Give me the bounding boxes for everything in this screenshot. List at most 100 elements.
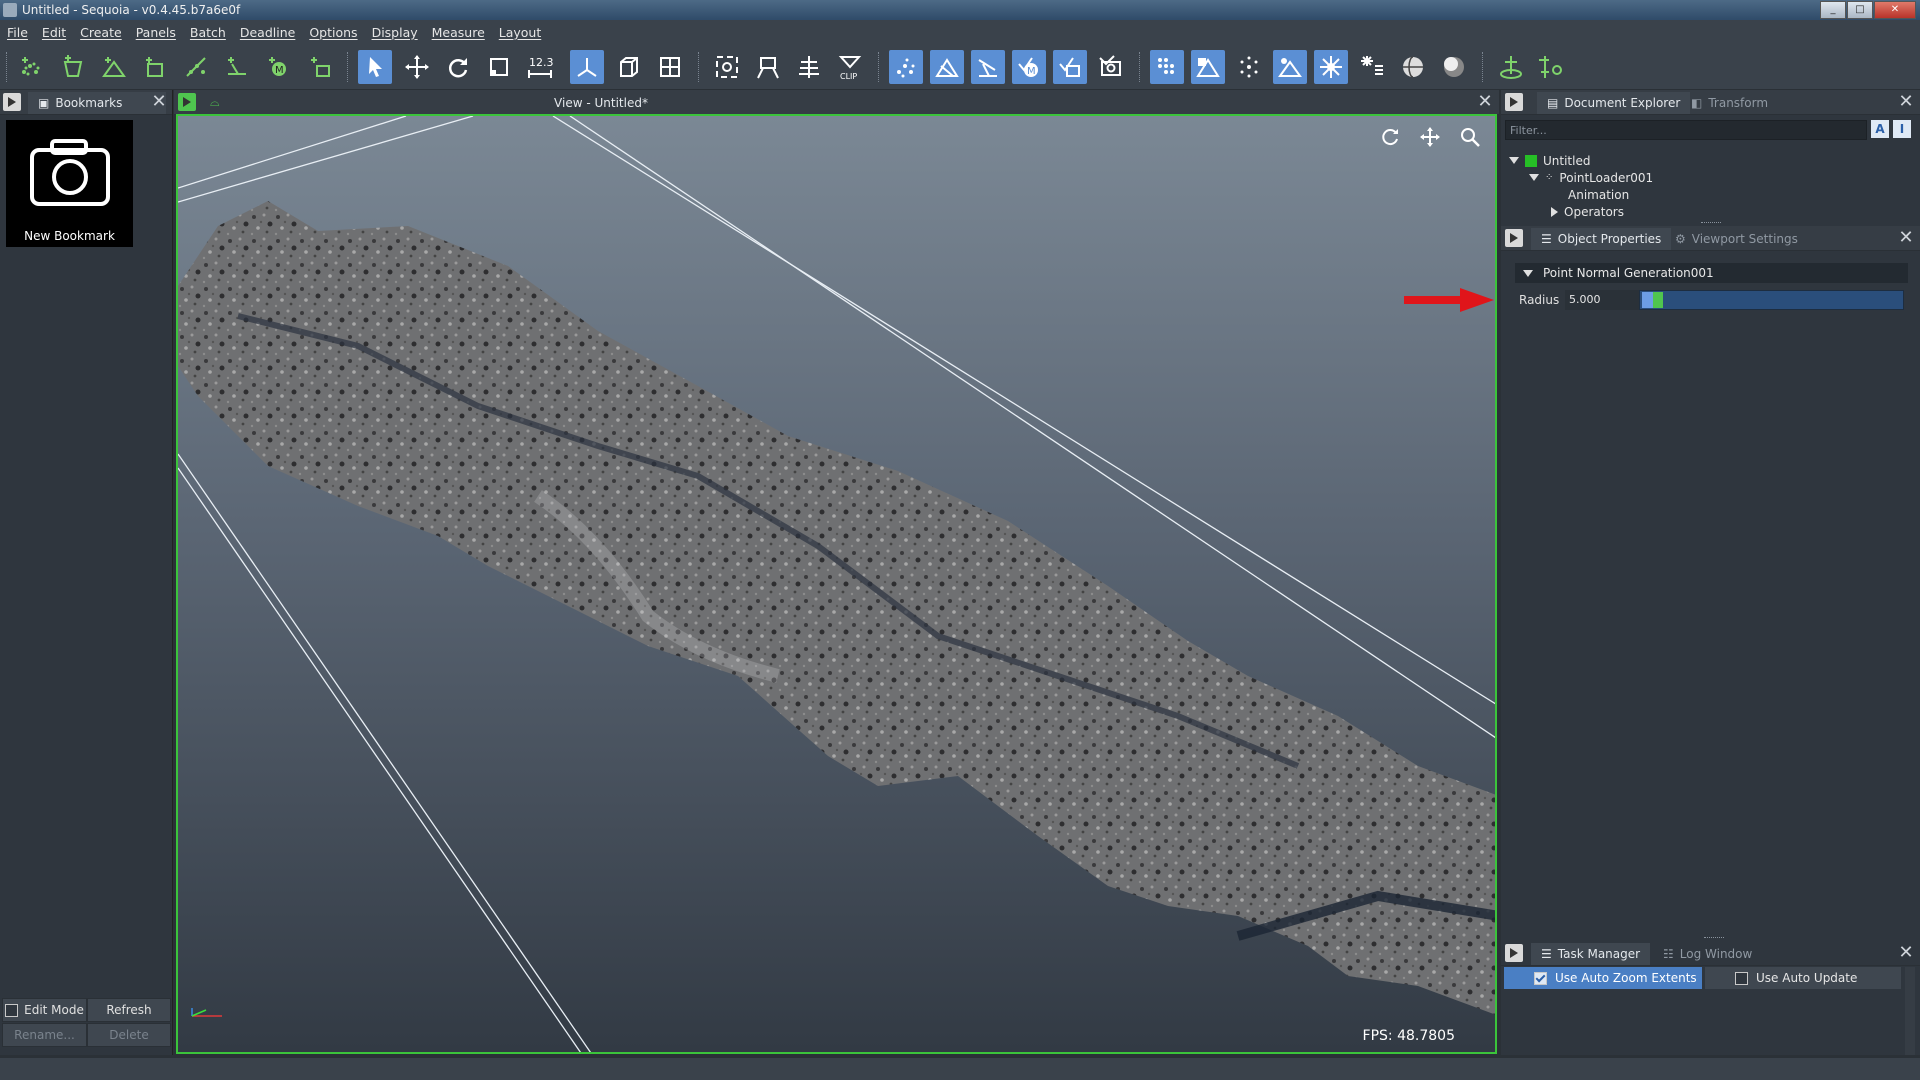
render-icon[interactable] xyxy=(751,50,785,84)
edit-mode-checkbox[interactable]: Edit Mode xyxy=(2,998,87,1022)
point-normal-generation-group[interactable]: Point Normal Generation001 xyxy=(1515,263,1908,283)
zoom-icon[interactable] xyxy=(1459,126,1481,148)
rename-button[interactable]: Rename... xyxy=(2,1023,87,1047)
tab-bookmarks[interactable]: ▣ Bookmarks xyxy=(28,92,166,114)
slider-value-marker[interactable] xyxy=(1653,292,1663,308)
menu-measure[interactable]: Measure xyxy=(425,25,492,40)
tab-object-properties[interactable]: ☰ Object Properties xyxy=(1531,228,1672,250)
panel-menu-icon[interactable] xyxy=(1505,944,1523,962)
menu-batch[interactable]: Batch xyxy=(183,25,233,40)
box-icon[interactable] xyxy=(612,50,646,84)
mesh-icon[interactable] xyxy=(97,50,131,84)
minimize-button[interactable]: _ xyxy=(1820,1,1846,19)
filter-a-button[interactable]: A xyxy=(1871,120,1889,138)
close-icon[interactable]: ✕ xyxy=(1476,93,1494,111)
tab-log-window[interactable]: ☷ Log Window xyxy=(1653,943,1762,965)
scale-tool-icon[interactable] xyxy=(482,50,516,84)
m-operator-icon[interactable]: M xyxy=(262,50,296,84)
focus-icon[interactable] xyxy=(710,50,744,84)
collapse-icon[interactable] xyxy=(1523,269,1533,277)
3d-viewport[interactable]: FPS: 48.7805 xyxy=(176,114,1497,1054)
panel-menu-icon[interactable] xyxy=(3,93,21,111)
measure-tool-icon[interactable]: 12.3 xyxy=(523,50,557,84)
tree-item-animation[interactable]: Animation xyxy=(1568,186,1629,203)
menu-options[interactable]: Options xyxy=(302,25,364,40)
point-loader-icon[interactable] xyxy=(14,50,48,84)
mesh-create-icon[interactable] xyxy=(56,50,90,84)
tree-item-operators[interactable]: Operators xyxy=(1551,203,1624,220)
menu-file[interactable]: File xyxy=(0,25,35,40)
shading-icon[interactable] xyxy=(1437,50,1471,84)
panel-menu-icon[interactable] xyxy=(178,93,196,111)
clip-icon[interactable]: CLIP xyxy=(833,50,867,84)
point-operator-icon[interactable] xyxy=(179,50,213,84)
rotate-tool-icon[interactable] xyxy=(441,50,475,84)
menu-display[interactable]: Display xyxy=(365,25,425,40)
group-icon[interactable] xyxy=(303,50,337,84)
panel-menu-icon[interactable] xyxy=(1505,229,1523,247)
new-bookmark-button[interactable]: New Bookmark xyxy=(6,120,133,247)
maximize-button[interactable]: □ xyxy=(1847,1,1873,19)
show-cameras-icon[interactable] xyxy=(1094,50,1128,84)
ground-plane-icon[interactable] xyxy=(1494,50,1528,84)
sun-icon[interactable] xyxy=(1314,50,1348,84)
grid-icon[interactable] xyxy=(653,50,687,84)
tab-view[interactable]: View - Untitled* xyxy=(304,92,898,114)
svg-text:12.3: 12.3 xyxy=(529,56,554,69)
close-icon[interactable]: ✕ xyxy=(1897,944,1915,962)
close-window-button[interactable]: ✕ xyxy=(1874,1,1916,19)
select-tool-icon[interactable] xyxy=(358,50,392,84)
layers-icon[interactable] xyxy=(792,50,826,84)
tree-item-pointloader[interactable]: ⁘ PointLoader001 xyxy=(1529,169,1653,186)
tab-label: Log Window xyxy=(1679,947,1753,961)
origin-icon[interactable] xyxy=(1535,50,1569,84)
task-list-scrollbar[interactable] xyxy=(1905,967,1915,1055)
show-points-icon[interactable] xyxy=(889,50,923,84)
radius-input[interactable]: 5.000 xyxy=(1565,290,1639,310)
color-points-icon[interactable] xyxy=(1150,50,1184,84)
filter-input[interactable]: Filter... xyxy=(1505,120,1867,140)
expand-icon[interactable] xyxy=(1551,206,1558,217)
menu-layout[interactable]: Layout xyxy=(492,25,549,40)
close-icon[interactable]: ✕ xyxy=(150,93,168,111)
tree-item-untitled[interactable]: Untitled xyxy=(1509,152,1590,169)
refresh-button[interactable]: Refresh xyxy=(87,998,171,1022)
radius-slider[interactable] xyxy=(1639,290,1904,310)
light-icon[interactable] xyxy=(1273,50,1307,84)
tab-task-manager[interactable]: ☰ Task Manager xyxy=(1531,943,1651,965)
pan-icon[interactable] xyxy=(1419,126,1441,148)
gear-icon: ⚙ xyxy=(1675,232,1686,246)
move-tool-icon[interactable] xyxy=(400,50,434,84)
sphere-icon[interactable] xyxy=(1396,50,1430,84)
delete-button[interactable]: Delete xyxy=(87,1023,171,1047)
expand-icon[interactable] xyxy=(1509,157,1519,164)
mesh-ml-icon[interactable] xyxy=(138,50,172,84)
menu-create[interactable]: Create xyxy=(73,25,129,40)
mesh-operator-icon[interactable] xyxy=(220,50,254,84)
menu-edit[interactable]: Edit xyxy=(35,25,73,40)
show-mesh-icon[interactable] xyxy=(930,50,964,84)
expand-icon[interactable] xyxy=(1529,174,1539,181)
tab-viewport-settings[interactable]: ⚙ Viewport Settings xyxy=(1665,228,1808,250)
show-operators-icon[interactable] xyxy=(971,50,1005,84)
close-icon[interactable]: ✕ xyxy=(1897,229,1915,247)
status-bar xyxy=(0,1058,1920,1080)
menu-panels[interactable]: Panels xyxy=(129,25,183,40)
panel-menu-icon[interactable] xyxy=(1505,93,1523,111)
orbit-icon[interactable] xyxy=(1379,126,1401,148)
sparkle-points-icon[interactable] xyxy=(1232,50,1266,84)
tab-transform[interactable]: ◧ Transform xyxy=(1681,92,1778,114)
tab-document-explorer[interactable]: ▤ Document Explorer xyxy=(1537,92,1691,114)
show-m-icon[interactable]: M xyxy=(1012,50,1046,84)
close-icon[interactable]: ✕ xyxy=(1897,93,1915,111)
menu-deadline[interactable]: Deadline xyxy=(233,25,302,40)
use-auto-update-toggle[interactable]: Use Auto Update xyxy=(1705,967,1901,989)
use-auto-zoom-extents-toggle[interactable]: Use Auto Zoom Extents xyxy=(1504,967,1702,989)
light-direction-icon[interactable] xyxy=(1355,50,1389,84)
show-groups-icon[interactable] xyxy=(1053,50,1087,84)
color-mesh-icon[interactable] xyxy=(1191,50,1225,84)
filter-i-button[interactable]: I xyxy=(1893,120,1911,138)
axis-icon[interactable] xyxy=(570,50,604,84)
task-list-icon: ☰ xyxy=(1541,947,1552,961)
menu-bar: File Edit Create Panels Batch Deadline O… xyxy=(0,20,1920,44)
